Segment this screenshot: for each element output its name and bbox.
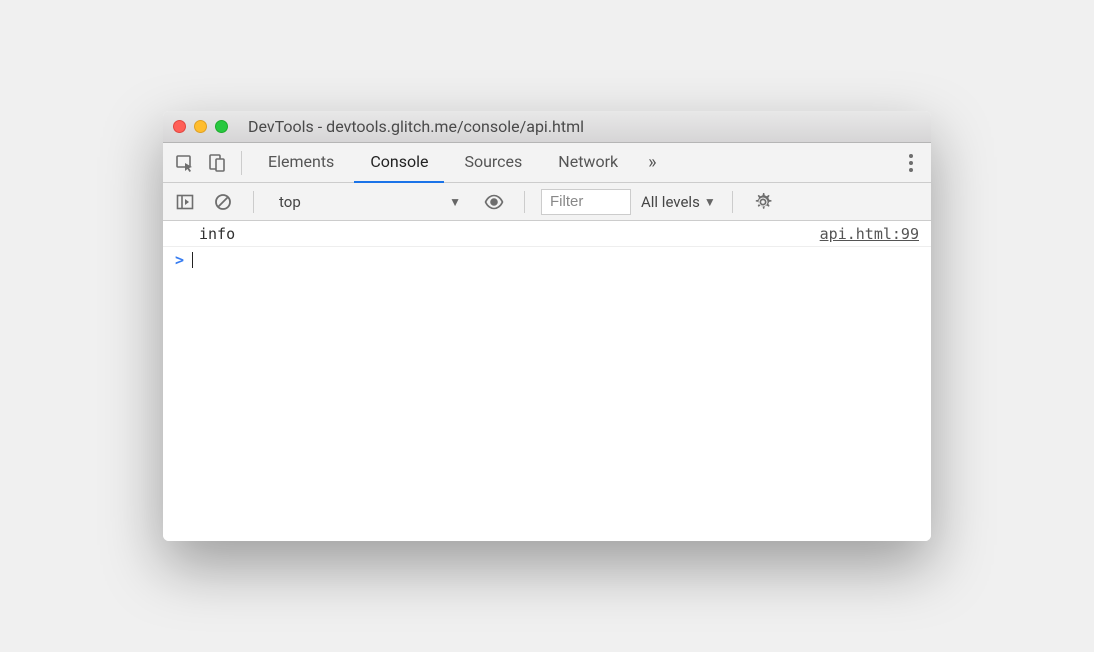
sidebar-toggle-icon[interactable]: [171, 188, 199, 216]
chevron-down-icon: ▼: [704, 195, 716, 209]
levels-label: All levels: [641, 193, 700, 211]
tab-elements[interactable]: Elements: [252, 143, 350, 183]
log-row: info api.html:99: [163, 221, 931, 247]
divider: [241, 151, 242, 175]
close-window-button[interactable]: [173, 120, 186, 133]
log-message: info: [175, 225, 235, 243]
gear-icon[interactable]: [749, 192, 777, 212]
window-title: DevTools - devtools.glitch.me/console/ap…: [248, 117, 584, 136]
context-label: top: [279, 193, 301, 211]
console-prompt[interactable]: >: [163, 247, 931, 273]
titlebar: DevTools - devtools.glitch.me/console/ap…: [163, 111, 931, 143]
inspect-element-icon[interactable]: [171, 149, 199, 177]
tab-console[interactable]: Console: [354, 143, 444, 183]
log-source-link[interactable]: api.html:99: [820, 225, 919, 243]
tabs-row: Elements Console Sources Network »: [163, 143, 931, 183]
divider: [732, 191, 733, 213]
chevron-down-icon: ▼: [449, 195, 461, 209]
filter-input[interactable]: [541, 189, 631, 215]
eye-icon[interactable]: [480, 188, 508, 216]
text-cursor: [192, 252, 193, 268]
divider: [253, 191, 254, 213]
zoom-window-button[interactable]: [215, 120, 228, 133]
prompt-chevron-icon: >: [175, 251, 184, 269]
minimize-window-button[interactable]: [194, 120, 207, 133]
more-tabs-icon[interactable]: »: [638, 152, 666, 173]
devtools-window: DevTools - devtools.glitch.me/console/ap…: [163, 111, 931, 541]
console-toolbar: top ▼ All levels ▼: [163, 183, 931, 221]
traffic-lights: [173, 120, 228, 133]
context-selector[interactable]: top ▼: [270, 189, 470, 215]
divider: [524, 191, 525, 213]
tab-sources[interactable]: Sources: [448, 143, 538, 183]
kebab-menu-icon[interactable]: [899, 154, 923, 172]
device-toolbar-icon[interactable]: [203, 149, 231, 177]
tab-network[interactable]: Network: [542, 143, 634, 183]
clear-console-icon[interactable]: [209, 188, 237, 216]
log-levels-selector[interactable]: All levels ▼: [641, 193, 716, 211]
console-body: info api.html:99 >: [163, 221, 931, 541]
